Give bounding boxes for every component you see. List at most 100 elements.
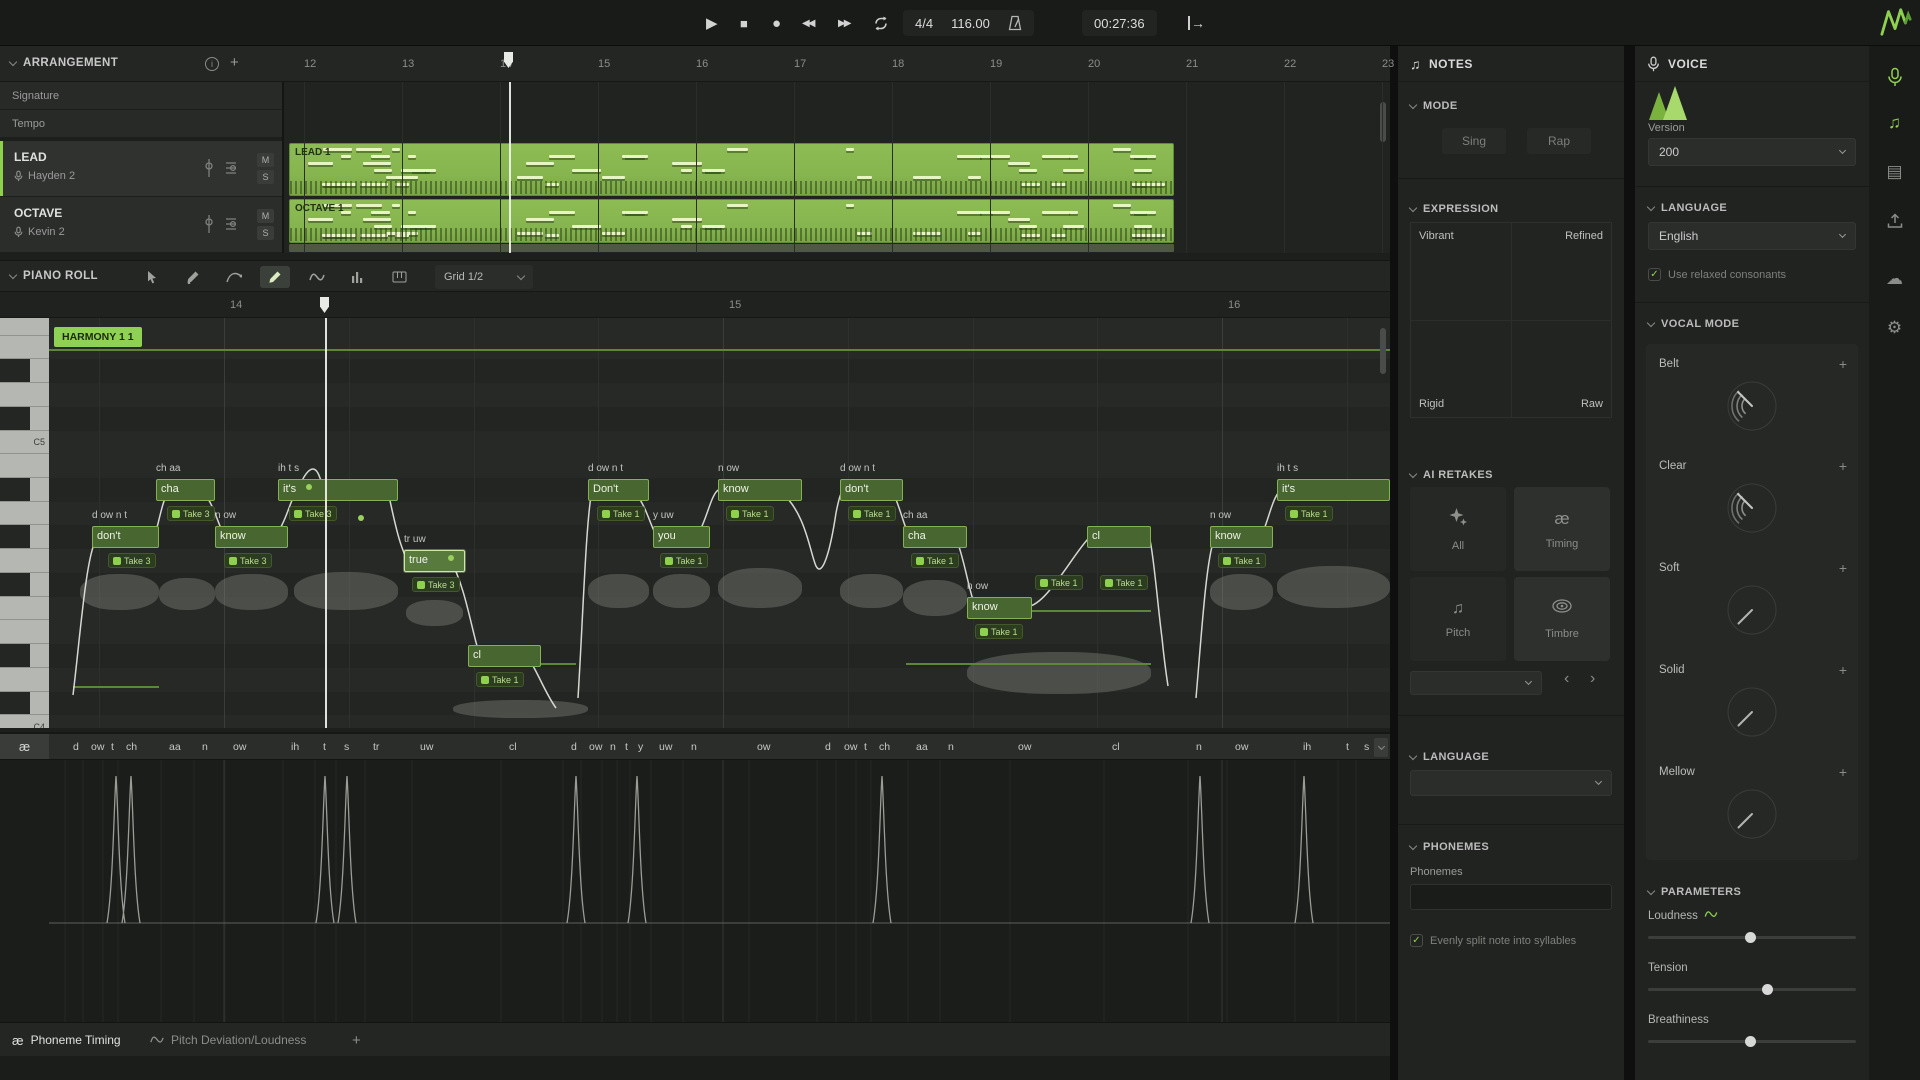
track-row-lead[interactable]: LEAD Hayden 2 M S [0, 141, 282, 197]
piano-roll-note[interactable]: know [1210, 526, 1273, 548]
retake-next-button[interactable]: › [1590, 670, 1595, 688]
take-badge[interactable]: Take 1 [476, 672, 524, 687]
take-badge[interactable]: Take 3 [167, 506, 215, 521]
share-icon[interactable] [1869, 210, 1920, 232]
library-icon[interactable]: ▤ [1869, 161, 1920, 183]
play-button[interactable]: ▶ [706, 0, 718, 46]
stop-button[interactable]: ■ [740, 0, 748, 46]
clip-octave[interactable]: OCTAVE 1 [289, 199, 1174, 243]
phoneme-strip-item[interactable]: ow [1018, 741, 1031, 753]
take-badge[interactable]: Take 1 [848, 506, 896, 521]
info-icon[interactable]: i [205, 57, 219, 71]
phoneme-strip-item[interactable]: ch [879, 741, 890, 753]
vocal-mode-clear-knob[interactable] [1724, 480, 1780, 541]
phoneme-strip-item[interactable]: tr [373, 741, 379, 753]
piano-key[interactable] [0, 525, 49, 549]
piano-roll-note[interactable]: cl [1087, 526, 1151, 548]
piano-roll-note[interactable]: cl [468, 645, 541, 667]
mute-button[interactable]: M [257, 153, 274, 167]
phoneme-strip-item[interactable]: uw [659, 741, 672, 753]
piano-roll-note[interactable]: it's [278, 479, 398, 501]
take-badge[interactable]: Take 3 [412, 577, 460, 592]
vocal-mode-add-button[interactable]: + [1839, 458, 1847, 474]
piano-key[interactable] [0, 644, 49, 668]
pan-knob-icon[interactable] [224, 157, 238, 184]
phoneme-strip-item[interactable]: ow [91, 741, 104, 753]
vocal-mode-mellow-knob[interactable] [1724, 786, 1780, 847]
retake-variant-select[interactable] [1410, 671, 1542, 695]
vocal-mode-add-button[interactable]: + [1839, 662, 1847, 678]
metronome-icon[interactable] [1008, 15, 1022, 31]
piano-key[interactable] [0, 597, 49, 621]
piano-key[interactable] [0, 478, 49, 502]
piano-key[interactable] [0, 383, 49, 407]
scrollbar[interactable] [1380, 328, 1386, 374]
fast-forward-button[interactable]: ▶▶ [838, 0, 849, 46]
add-parameter-tab-button[interactable]: + [352, 1023, 361, 1057]
strip-scroll-button[interactable] [1374, 738, 1388, 757]
take-badge[interactable]: Take 3 [289, 506, 337, 521]
vocal-mode-add-button[interactable]: + [1839, 560, 1847, 576]
phoneme-strip-item[interactable]: d [825, 741, 831, 753]
piano-key[interactable] [0, 454, 49, 478]
vocal-mode-soft-knob[interactable] [1724, 582, 1780, 643]
take-badge[interactable]: Take 3 [108, 553, 156, 568]
phoneme-strip-item[interactable]: aa [916, 741, 928, 753]
piano-roll-note[interactable]: know [718, 479, 802, 501]
voice-language-select[interactable]: English [1648, 222, 1856, 250]
phoneme-strip-item[interactable]: n [691, 741, 697, 753]
phoneme-strip-item[interactable]: ow [1235, 741, 1248, 753]
solo-button[interactable]: S [257, 226, 274, 240]
piano-key[interactable] [0, 549, 49, 573]
phoneme-strip-item[interactable]: ow [589, 741, 602, 753]
piano-key[interactable] [0, 359, 49, 383]
piano-key[interactable] [0, 407, 49, 431]
pencil-tool[interactable] [260, 266, 290, 288]
voice-avatar[interactable] [1649, 86, 1691, 120]
phoneme-strip-item[interactable]: y [638, 741, 643, 753]
phoneme-strip-item[interactable]: n [202, 741, 208, 753]
piano-roll-note[interactable]: don't [92, 526, 159, 548]
phoneme-strip-item[interactable]: ow [844, 741, 857, 753]
phoneme-strip-item[interactable]: s [344, 741, 349, 753]
take-badge[interactable]: Take 3 [224, 553, 272, 568]
arrangement-playhead[interactable] [509, 82, 511, 253]
loop-button[interactable] [872, 0, 890, 46]
relaxed-consonants-checkbox[interactable]: ✓ Use relaxed consonants [1648, 268, 1856, 282]
signature-row[interactable]: Signature [0, 82, 282, 110]
tab-pitch-deviation[interactable]: Pitch Deviation/Loudness [150, 1023, 306, 1057]
phoneme-strip-item[interactable]: n [610, 741, 616, 753]
phoneme-strip-item[interactable]: cl [1112, 741, 1120, 753]
retake-all-button[interactable]: All [1410, 487, 1506, 571]
phoneme-strip-item[interactable]: ow [233, 741, 246, 753]
arrangement-bar-ruler[interactable]: 121314151617181920212223 [284, 46, 1390, 82]
piano-roll-section-toggle[interactable]: PIANO ROLL [10, 270, 98, 282]
piano-key[interactable] [0, 620, 49, 644]
expression-section-toggle[interactable]: EXPRESSION [1410, 203, 1499, 215]
take-badge[interactable]: Take 1 [726, 506, 774, 521]
record-button[interactable]: ● [772, 0, 781, 46]
phoneme-strip-item[interactable]: d [571, 741, 577, 753]
parameter-lane[interactable] [0, 759, 1390, 1022]
retake-prev-button[interactable]: ‹ [1564, 670, 1569, 688]
piano-key[interactable] [0, 692, 49, 716]
pitch-point[interactable] [306, 484, 312, 490]
tab-phoneme-timing[interactable]: æ Phoneme Timing [12, 1023, 121, 1057]
phoneme-strip-item[interactable]: n [948, 741, 954, 753]
rewind-button[interactable]: ◀◀ [802, 0, 813, 46]
time-signature[interactable]: 4/4 [915, 16, 933, 31]
phoneme-strip-item[interactable]: ch [126, 741, 137, 753]
parameter-loudness-slider[interactable] [1648, 936, 1856, 939]
piano-roll-note[interactable]: it's [1277, 479, 1390, 501]
pitch-curve-tool[interactable] [302, 266, 332, 288]
piano-key[interactable] [0, 502, 49, 526]
phoneme-strip-item[interactable]: n [1196, 741, 1202, 753]
vibrato-tool[interactable] [343, 266, 373, 288]
piano-roll-note[interactable]: cha [903, 526, 967, 548]
take-badge[interactable]: Take 1 [1100, 575, 1148, 590]
phoneme-strip-item[interactable]: t [111, 741, 114, 753]
phoneme-strip-item[interactable]: aa [169, 741, 181, 753]
phoneme-strip-item[interactable]: s [1364, 741, 1369, 753]
arrangement-section-toggle[interactable]: ARRANGEMENT [10, 57, 118, 69]
take-badge[interactable]: Take 1 [911, 553, 959, 568]
